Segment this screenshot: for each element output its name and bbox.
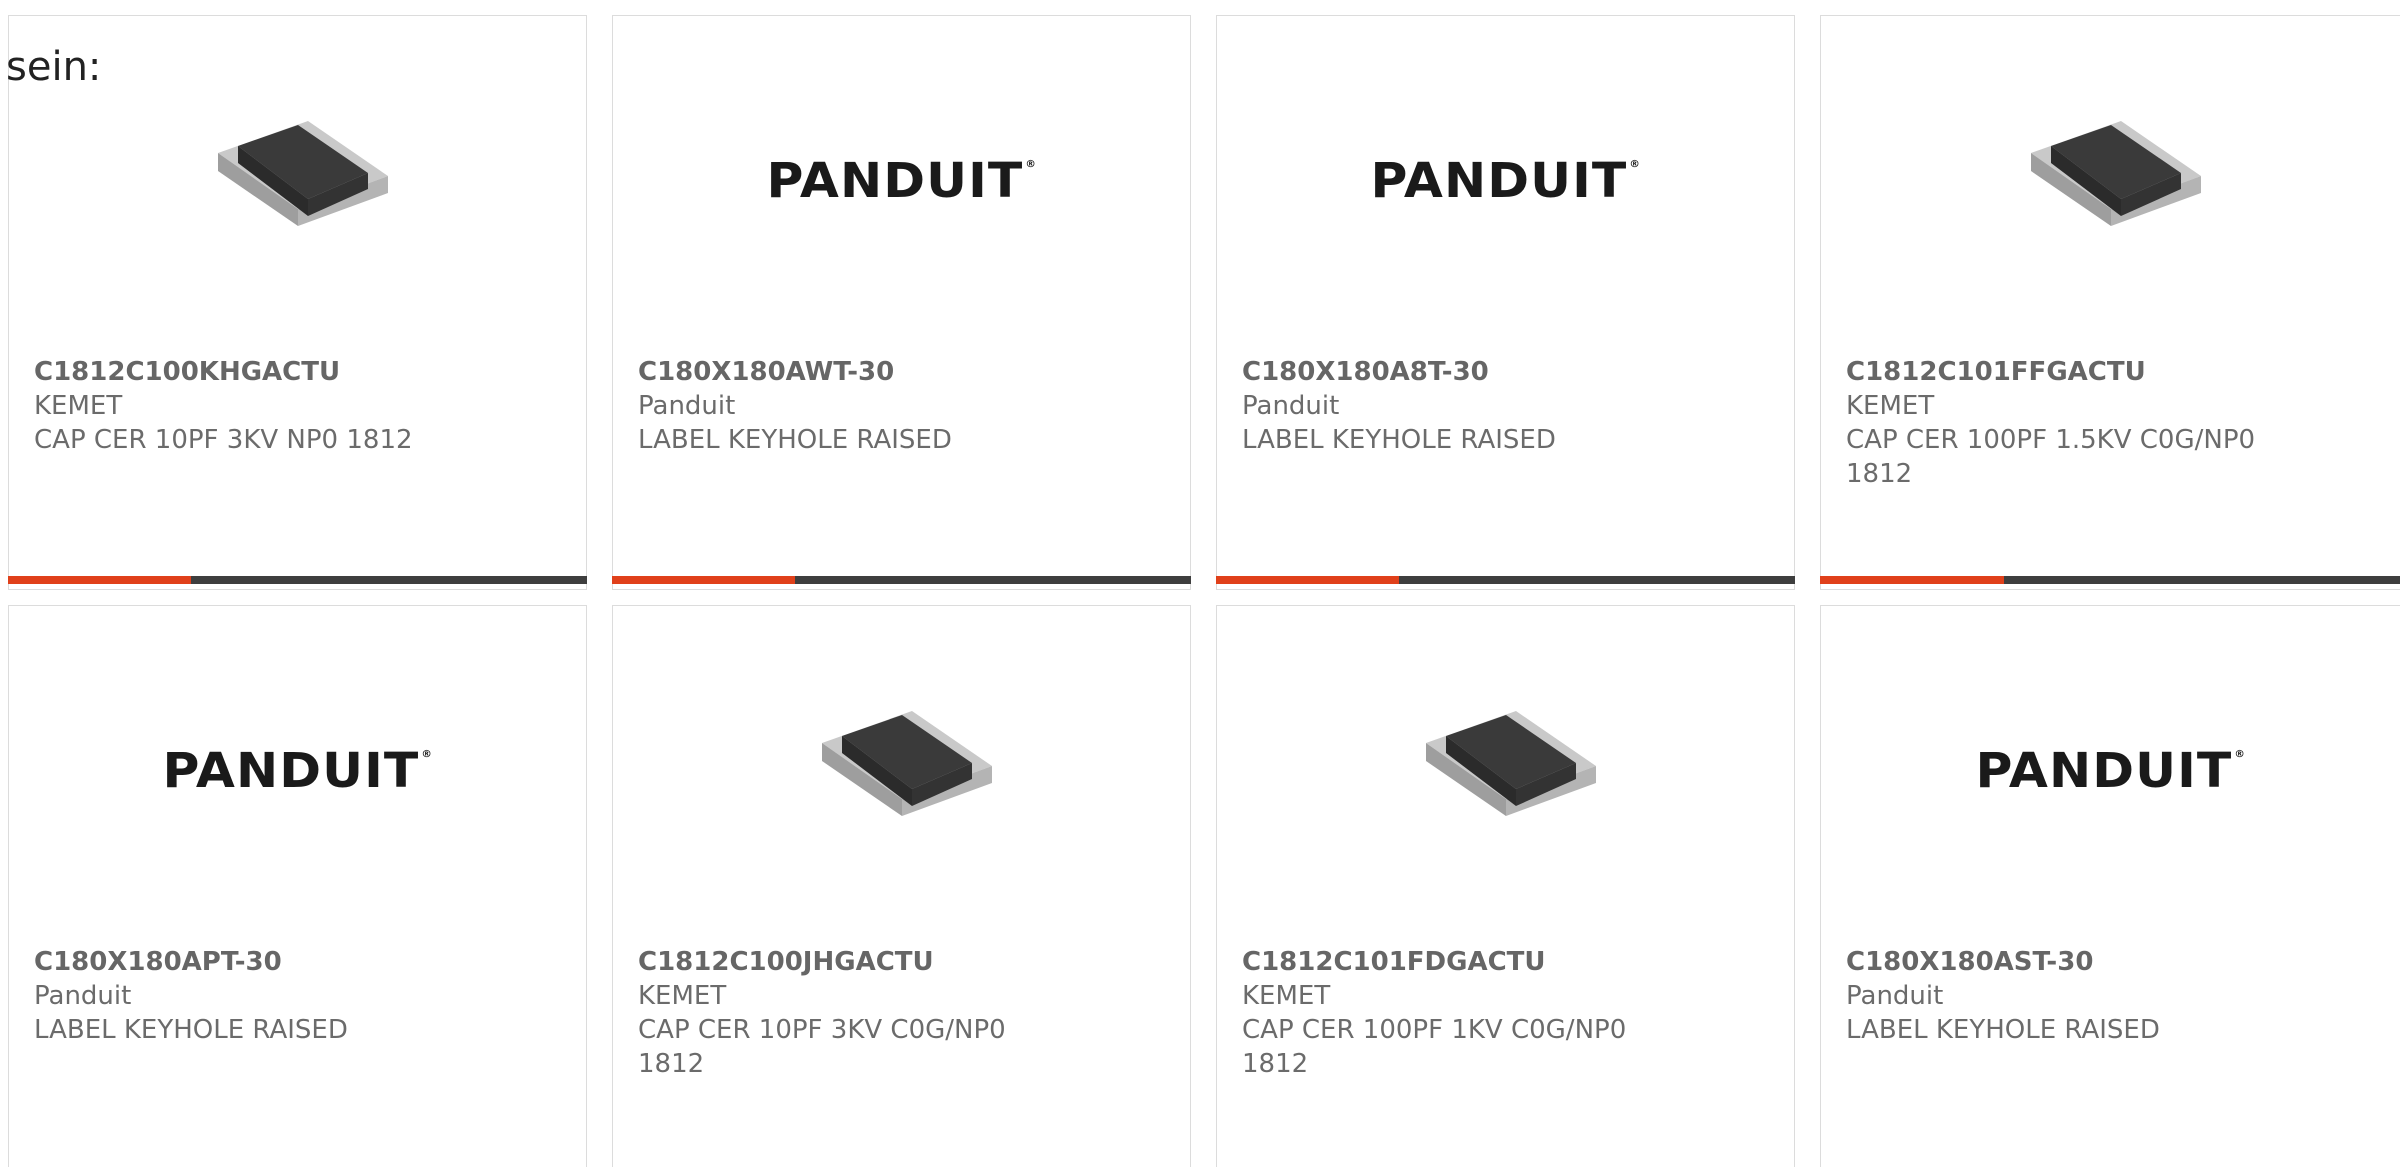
product-card[interactable]: C1812C101FFGACTU KEMET CAP CER 100PF 1.5… <box>1820 15 2400 590</box>
product-info: C1812C100KHGACTU KEMET CAP CER 10PF 3KV … <box>34 355 454 457</box>
description: CAP CER 10PF 3KV C0G/NP0 1812 <box>638 1015 1006 1079</box>
part-number[interactable]: C180X180AWT-30 <box>638 355 1058 389</box>
panduit-logo: PANDUIT ® <box>1975 743 2246 799</box>
product-card[interactable]: PANDUIT ® C180X180APT-30 Panduit LABEL KE… <box>8 605 587 1167</box>
manufacturer: KEMET <box>34 391 123 421</box>
manufacturer: Panduit <box>1242 391 1340 421</box>
product-image[interactable] <box>1217 666 1794 876</box>
product-image[interactable] <box>613 666 1190 876</box>
progress-fill <box>1216 576 1399 584</box>
progress-fill <box>612 576 795 584</box>
progress-bar <box>8 576 587 584</box>
manufacturer: Panduit <box>34 981 132 1011</box>
description: LABEL KEYHOLE RAISED <box>1242 425 1556 455</box>
description: LABEL KEYHOLE RAISED <box>1846 1015 2160 1045</box>
logo-text: PANDUIT <box>766 153 1024 209</box>
product-info: C1812C101FFGACTU KEMET CAP CER 100PF 1.5… <box>1846 355 2266 491</box>
part-number[interactable]: C1812C100KHGACTU <box>34 355 454 389</box>
description: CAP CER 100PF 1KV C0G/NP0 1812 <box>1242 1015 1627 1079</box>
logo-text: PANDUIT <box>162 743 420 799</box>
product-grid-page: C1812C100KHGACTU KEMET CAP CER 10PF 3KV … <box>0 0 2400 1167</box>
progress-bar <box>612 576 1191 584</box>
part-number[interactable]: C1812C101FDGACTU <box>1242 945 1662 979</box>
progress-bar <box>1820 576 2400 584</box>
product-card[interactable]: PANDUIT ® C180X180A8T-30 Panduit LABEL KE… <box>1216 15 1795 590</box>
description: CAP CER 10PF 3KV NP0 1812 <box>34 425 413 455</box>
progress-fill <box>1820 576 2004 584</box>
description: CAP CER 100PF 1.5KV C0G/NP0 1812 <box>1846 425 2256 489</box>
manufacturer: Panduit <box>638 391 736 421</box>
part-number[interactable]: C180X180A8T-30 <box>1242 355 1662 389</box>
product-info: C1812C101FDGACTU KEMET CAP CER 100PF 1KV… <box>1242 945 1662 1081</box>
product-image[interactable]: PANDUIT ® <box>1821 666 2400 876</box>
logo-text: PANDUIT <box>1975 743 2233 799</box>
panduit-logo: PANDUIT ® <box>162 743 433 799</box>
product-card[interactable]: PANDUIT ® C180X180AST-30 Panduit LABEL KE… <box>1820 605 2400 1167</box>
product-image[interactable]: PANDUIT ® <box>613 76 1190 286</box>
manufacturer: Panduit <box>1846 981 1944 1011</box>
capacitor-chip-icon <box>2030 121 2201 226</box>
product-info: C180X180APT-30 Panduit LABEL KEYHOLE RAI… <box>34 945 454 1047</box>
overlay-label: sein: <box>6 44 102 90</box>
product-card[interactable]: C1812C100JHGACTU KEMET CAP CER 10PF 3KV … <box>612 605 1191 1167</box>
product-card[interactable]: PANDUIT ® C180X180AWT-30 Panduit LABEL KE… <box>612 15 1191 590</box>
product-info: C180X180AWT-30 Panduit LABEL KEYHOLE RAI… <box>638 355 1058 457</box>
capacitor-chip-icon <box>821 711 992 816</box>
part-number[interactable]: C180X180APT-30 <box>34 945 454 979</box>
part-number[interactable]: C180X180AST-30 <box>1846 945 2266 979</box>
manufacturer: KEMET <box>638 981 727 1011</box>
capacitor-chip-icon <box>217 121 388 226</box>
panduit-logo: PANDUIT ® <box>1370 153 1641 209</box>
product-image[interactable] <box>9 76 586 286</box>
part-number[interactable]: C1812C101FFGACTU <box>1846 355 2266 389</box>
product-info: C1812C100JHGACTU KEMET CAP CER 10PF 3KV … <box>638 945 1058 1081</box>
product-image[interactable] <box>1821 76 2400 286</box>
logo-text: PANDUIT <box>1370 153 1628 209</box>
capacitor-chip-icon <box>1425 711 1596 816</box>
product-info: C180X180A8T-30 Panduit LABEL KEYHOLE RAI… <box>1242 355 1662 457</box>
manufacturer: KEMET <box>1846 391 1935 421</box>
description: LABEL KEYHOLE RAISED <box>34 1015 348 1045</box>
panduit-logo: PANDUIT ® <box>766 153 1037 209</box>
product-card[interactable]: C1812C101FDGACTU KEMET CAP CER 100PF 1KV… <box>1216 605 1795 1167</box>
progress-fill <box>8 576 191 584</box>
product-info: C180X180AST-30 Panduit LABEL KEYHOLE RAI… <box>1846 945 2266 1047</box>
progress-bar <box>1216 576 1795 584</box>
manufacturer: KEMET <box>1242 981 1331 1011</box>
part-number[interactable]: C1812C100JHGACTU <box>638 945 1058 979</box>
product-card[interactable]: C1812C100KHGACTU KEMET CAP CER 10PF 3KV … <box>8 15 587 590</box>
description: LABEL KEYHOLE RAISED <box>638 425 952 455</box>
product-image[interactable]: PANDUIT ® <box>9 666 586 876</box>
product-image[interactable]: PANDUIT ® <box>1217 76 1794 286</box>
